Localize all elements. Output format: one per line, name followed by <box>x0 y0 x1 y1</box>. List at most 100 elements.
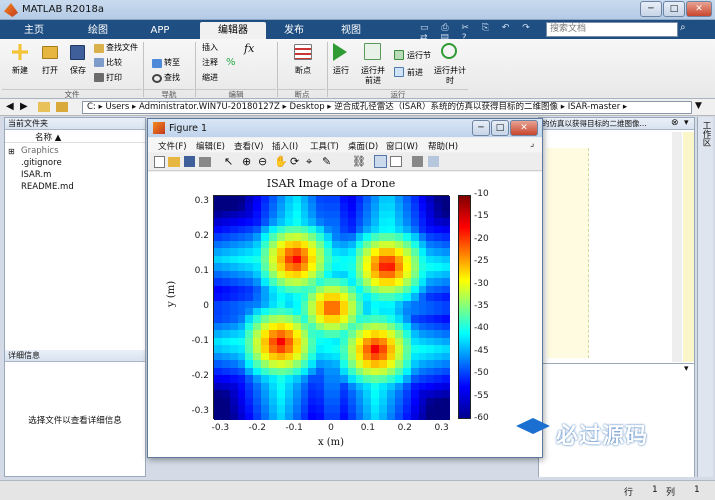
close-button[interactable]: ✕ <box>686 1 712 17</box>
open-folder-icon[interactable] <box>42 46 58 59</box>
run-icon[interactable] <box>333 43 347 61</box>
file-isar-m[interactable]: ISAR.m <box>21 170 51 181</box>
find-icon[interactable] <box>152 74 162 83</box>
print-button[interactable]: 打印 <box>106 73 122 83</box>
tab-plots[interactable]: 绘图 <box>76 22 120 39</box>
minimize-button[interactable]: ─ <box>640 1 662 17</box>
colorbar-tick-label: -20 <box>474 233 489 244</box>
data-cursor-icon[interactable]: ⌖ <box>306 155 312 169</box>
zoom-in-icon[interactable]: ⊕ <box>242 155 251 168</box>
function-icon[interactable]: fx <box>244 42 254 55</box>
goto-icon[interactable] <box>152 59 162 68</box>
tab-apps[interactable]: APP <box>140 22 180 39</box>
expand-icon[interactable]: ⊞ <box>8 147 15 156</box>
tab-home[interactable]: 主页 <box>14 22 54 39</box>
menu-window[interactable]: 窗口(W) <box>386 140 418 152</box>
editor-scrollbar[interactable] <box>672 132 682 362</box>
y-tick-label: 0.2 <box>194 231 209 241</box>
menu-edit[interactable]: 编辑(E) <box>196 140 225 152</box>
file-gitignore[interactable]: .gitignore <box>21 158 62 169</box>
menu-view[interactable]: 查看(V) <box>234 140 263 152</box>
goto-button[interactable]: 转至 <box>164 58 180 68</box>
insert-button[interactable]: 插入 <box>202 43 218 53</box>
editor-close-icon[interactable]: ⊗ <box>671 118 679 128</box>
breakpoints-icon[interactable] <box>294 44 312 60</box>
workspace-strip[interactable]: 工作区 <box>697 117 713 477</box>
run-section-icon[interactable] <box>394 50 404 60</box>
run-and-time-icon[interactable] <box>441 43 457 59</box>
run-button[interactable]: 运行 <box>328 66 354 76</box>
colorbar-tick-label: -15 <box>474 211 489 222</box>
file-readme[interactable]: README.md <box>21 182 74 193</box>
heatmap-axes[interactable] <box>213 195 451 421</box>
run-and-advance-button[interactable]: 运行并前进 <box>358 66 388 86</box>
browse-folder-icon[interactable] <box>56 102 68 112</box>
figure-close-button[interactable]: ✕ <box>510 120 538 136</box>
save-button[interactable]: 保存 <box>64 66 92 76</box>
search-documentation-input[interactable]: 搜索文档 <box>546 22 678 37</box>
find-files-button[interactable]: 查找文件 <box>106 43 138 53</box>
figure-window[interactable]: Figure 1 ─ □ ✕ 文件(F) 编辑(E) 查看(V) 插入(I) 工… <box>147 118 543 458</box>
compare-button[interactable]: 比较 <box>106 58 122 68</box>
path-dropdown-icon[interactable]: ▼ <box>695 101 702 111</box>
rotate-icon[interactable]: ⟳ <box>290 155 299 168</box>
pointer-icon[interactable]: ↖ <box>224 155 233 168</box>
run-section-button[interactable]: 运行节 <box>407 51 431 61</box>
legend-toggle-icon[interactable] <box>390 156 402 167</box>
back-icon[interactable]: ◀ <box>6 101 14 112</box>
open-file-icon[interactable] <box>168 157 180 167</box>
forward-icon[interactable]: ▶ <box>20 101 28 112</box>
print-icon[interactable] <box>94 73 104 82</box>
new-button[interactable]: 新建 <box>6 66 34 76</box>
figure-minimize-button[interactable]: ─ <box>472 120 490 136</box>
run-and-time-button[interactable]: 运行并计时 <box>434 66 466 86</box>
zoom-out-icon[interactable]: ⊖ <box>258 155 267 168</box>
group-label-run: 运行 <box>328 89 468 99</box>
menu-help[interactable]: 帮助(H) <box>428 140 458 152</box>
indent-button[interactable]: 缩进 <box>202 73 218 83</box>
link-icon[interactable]: ⛓ <box>352 155 366 168</box>
breakpoints-button[interactable]: 断点 <box>288 66 318 76</box>
save-figure-icon[interactable] <box>184 156 195 167</box>
colorbar[interactable] <box>458 195 471 419</box>
run-advance-icon[interactable] <box>364 43 381 60</box>
title-bar: MATLAB R2018a ─ □ ✕ <box>0 0 715 20</box>
x-tick-label: 0.3 <box>434 423 449 433</box>
print-figure-icon[interactable] <box>199 157 211 167</box>
colorbar-toggle-icon[interactable] <box>374 155 387 168</box>
comment-button[interactable]: 注释 <box>202 58 218 68</box>
figure-maximize-button[interactable]: □ <box>491 120 509 136</box>
menu-file[interactable]: 文件(F) <box>158 140 187 152</box>
tab-publish[interactable]: 发布 <box>272 22 316 39</box>
tab-view[interactable]: 视图 <box>328 22 374 39</box>
editor-menu-icon[interactable]: ▾ <box>684 118 689 128</box>
current-folder-path[interactable]: C: ▸ Users ▸ Administrator.WIN7U-2018012… <box>82 101 692 114</box>
pan-icon[interactable]: ✋ <box>274 155 288 168</box>
find-files-icon[interactable] <box>94 44 104 53</box>
menu-overflow-icon[interactable]: ⌟ <box>530 139 534 149</box>
brush-icon[interactable]: ✎ <box>322 155 331 168</box>
save-icon[interactable] <box>70 45 85 60</box>
search-icon[interactable]: ⌕ <box>680 22 694 37</box>
workspace-label[interactable]: 工作区 <box>700 117 712 147</box>
advance-button[interactable]: 前进 <box>407 68 423 78</box>
editor-overview-strip <box>683 132 694 362</box>
show-tools-icon[interactable] <box>428 156 439 167</box>
compare-icon[interactable] <box>94 58 104 67</box>
tab-editor[interactable]: 编辑器 <box>200 22 266 39</box>
menu-desktop[interactable]: 桌面(D) <box>348 140 378 152</box>
menu-insert[interactable]: 插入(I) <box>272 140 298 152</box>
command-window-menu-icon[interactable]: ▾ <box>684 364 689 374</box>
new-figure-icon[interactable] <box>154 156 165 168</box>
find-button[interactable]: 查找 <box>164 73 180 83</box>
menu-tools[interactable]: 工具(T) <box>310 140 339 152</box>
colorbar-tick-label: -25 <box>474 256 489 267</box>
advance-icon[interactable] <box>394 67 404 77</box>
folder-graphics[interactable]: Graphics <box>21 146 59 157</box>
maximize-button[interactable]: □ <box>663 1 685 17</box>
open-button[interactable]: 打开 <box>36 66 64 76</box>
percent-icon[interactable]: % <box>226 57 236 68</box>
up-folder-icon[interactable] <box>38 102 50 112</box>
hide-tools-icon[interactable] <box>412 156 423 167</box>
name-column-header[interactable]: 名称 ▲ <box>5 131 145 143</box>
